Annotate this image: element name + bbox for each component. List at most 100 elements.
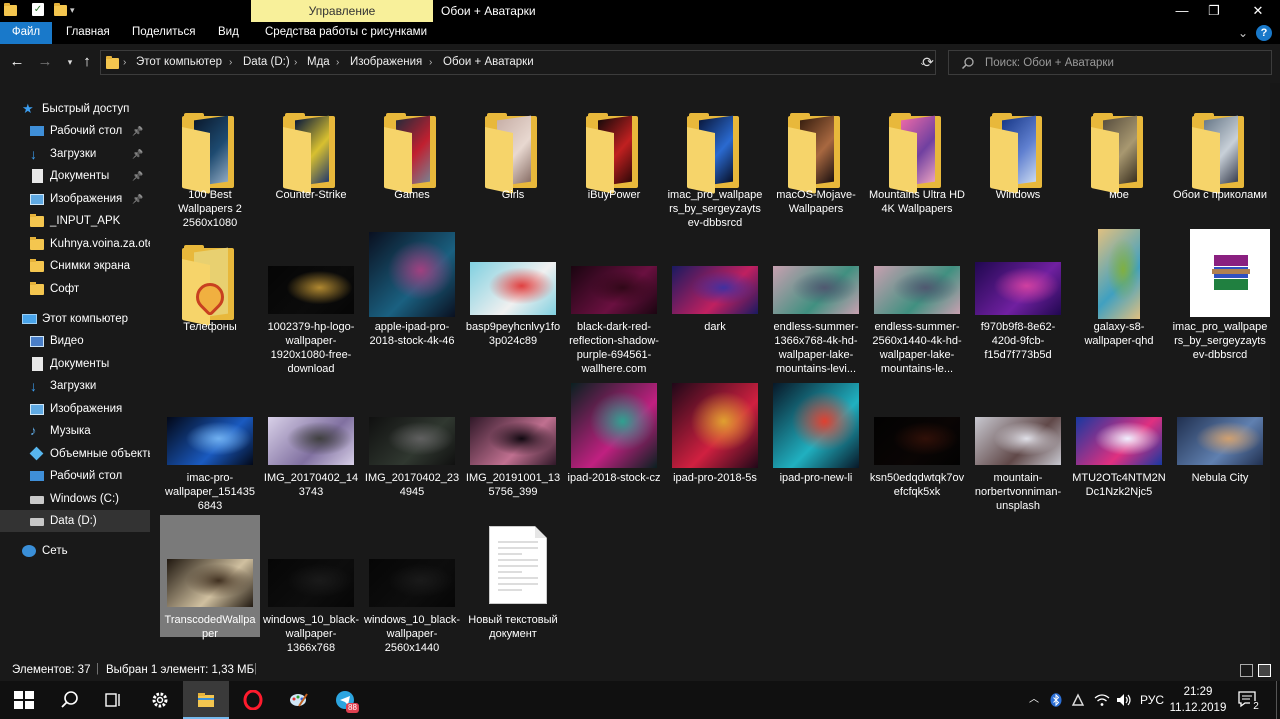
tab-view[interactable]: Вид	[208, 22, 249, 44]
file-item[interactable]: macOS-Mojave-Wallpapers	[768, 97, 868, 247]
file-item[interactable]: Counter-Strike	[263, 97, 363, 247]
file-item[interactable]: endless-summer-1366x768-4k-hd-wallpaper-…	[768, 229, 868, 379]
back-arrow-icon[interactable]: ←	[7, 52, 27, 72]
file-item[interactable]: imac_pro_wallpapers_by_sergeyzaytsev-dbb…	[667, 97, 767, 247]
sidebar-item[interactable]: Изображения 📌	[0, 188, 150, 210]
start-icon[interactable]	[0, 681, 46, 719]
sidebar-item[interactable]: Изображения	[0, 398, 150, 420]
sidebar-item[interactable]: Этот компьютер	[0, 308, 150, 330]
sidebar-item[interactable]: Рабочий стол 📌	[0, 120, 150, 142]
file-item[interactable]: Новый текстовый документ	[465, 522, 565, 672]
new-folder-icon[interactable]	[54, 3, 68, 17]
properties-icon[interactable]: ✓	[32, 3, 46, 17]
file-item[interactable]: galaxy-s8-wallpaper-qhd	[1071, 229, 1171, 379]
language-indicator[interactable]: РУС	[1140, 681, 1164, 719]
search-icon[interactable]	[46, 681, 92, 719]
file-item[interactable]: IMG_20191001_135756_399	[465, 380, 565, 530]
chevron-right-icon[interactable]: ›	[429, 51, 432, 74]
chevron-right-icon[interactable]: ›	[123, 51, 126, 74]
file-item[interactable]: ipad-pro-new-li	[768, 380, 868, 530]
maximize-button[interactable]: ❐	[1192, 0, 1236, 22]
file-item[interactable]: 100 Best Wallpapers 2 2560x1080	[162, 97, 262, 247]
file-item[interactable]: Mountains Ultra HD 4K Wallpapers	[869, 97, 969, 247]
sidebar-item[interactable]: Документы	[0, 353, 150, 375]
bluetooth-icon[interactable]	[1050, 693, 1062, 707]
show-desktop-button[interactable]	[1276, 681, 1280, 719]
search-input[interactable]	[985, 51, 1265, 74]
chevron-right-icon[interactable]: ›	[229, 51, 232, 74]
settings-icon[interactable]	[137, 681, 183, 719]
help-icon[interactable]: ?	[1256, 25, 1272, 41]
breadcrumb-this-pc[interactable]: Этот компьютер	[136, 51, 222, 74]
sidebar-item[interactable]: ↓ Загрузки 📌	[0, 143, 150, 165]
explorer-icon[interactable]	[183, 681, 229, 719]
file-item[interactable]: dark	[667, 229, 767, 379]
file-item[interactable]: MTU2OTc4NTM2NDc1Nzk2Njc5	[1071, 380, 1171, 530]
search-box[interactable]	[948, 50, 1272, 75]
vertical-scrollbar[interactable]	[1270, 83, 1280, 660]
sidebar-item[interactable]: Документы 📌	[0, 165, 150, 187]
file-item[interactable]: мое	[1071, 97, 1171, 247]
forward-arrow-icon[interactable]: →	[35, 52, 55, 72]
sidebar-item[interactable]: _INPUT_APK	[0, 210, 150, 232]
expand-ribbon-icon[interactable]: ⌄	[1232, 22, 1254, 44]
file-item[interactable]: ipad-2018-stock-cz	[566, 380, 666, 530]
file-item[interactable]: iBuyPower	[566, 97, 666, 247]
wifi-icon[interactable]	[1094, 693, 1110, 707]
file-item[interactable]: black-dark-red-reflection-shadow-purple-…	[566, 229, 666, 379]
file-item[interactable]: Windows	[970, 97, 1070, 247]
sidebar-item[interactable]: Софт	[0, 278, 150, 300]
file-item[interactable]: apple-ipad-pro-2018-stock-4k-46	[364, 229, 464, 379]
close-button[interactable]: ✕	[1236, 0, 1280, 22]
file-item[interactable]: IMG_20170402_234945	[364, 380, 464, 530]
tray-app-icon[interactable]	[1071, 693, 1085, 707]
file-item[interactable]: Games	[364, 97, 464, 247]
file-item[interactable]: Телефоны	[162, 229, 262, 379]
file-item[interactable]: f970b9f8-8e62-420d-9fcb-f15d7f773b5d	[970, 229, 1070, 379]
telegram-icon[interactable]: 88	[322, 681, 368, 719]
file-item[interactable]: imac_pro_wallpapers_by_sergeyzaytsev-dbb…	[1172, 229, 1272, 379]
breadcrumb-data-d[interactable]: Data (D:)	[243, 51, 290, 74]
sidebar-item[interactable]: Сеть	[0, 540, 150, 562]
file-item[interactable]: imac-pro-wallpaper_1514356843	[162, 380, 262, 530]
sidebar-item[interactable]: Рабочий стол	[0, 465, 150, 487]
tab-file[interactable]: Файл	[0, 22, 52, 44]
file-item[interactable]: ksn50edqdwtqk7ovefcfqk5xk	[869, 380, 969, 530]
show-hidden-icons-icon[interactable]: ︿	[1029, 681, 1039, 719]
sidebar-item[interactable]: Data (D:)	[0, 510, 150, 532]
breadcrumb-mda[interactable]: Мда	[307, 51, 330, 74]
up-arrow-icon[interactable]: ↑	[77, 52, 97, 72]
file-item[interactable]: Обои с приколами	[1172, 97, 1272, 247]
breadcrumb-current-folder[interactable]: Обои + Аватарки	[443, 51, 534, 74]
sidebar-item[interactable]: Windows (C:)	[0, 488, 150, 510]
chevron-right-icon[interactable]: ›	[336, 51, 339, 74]
task-view-icon[interactable]	[90, 681, 136, 719]
file-item[interactable]: basp9peyhcnlvy1fo3p024c89	[465, 229, 565, 379]
file-item[interactable]: TranscodedWallpaper	[160, 515, 262, 672]
sidebar-item[interactable]: ♪ Музыка	[0, 420, 150, 442]
paint-icon[interactable]	[276, 681, 322, 719]
file-item[interactable]: 1002379-hp-logo-wallpaper-1920x1080-free…	[263, 229, 363, 379]
sidebar-item[interactable]: Видео	[0, 330, 150, 352]
sidebar-item[interactable]: ↓ Загрузки	[0, 375, 150, 397]
file-item[interactable]: endless-summer-2560x1440-4k-hd-wallpaper…	[869, 229, 969, 379]
file-item[interactable]: Girls	[465, 97, 565, 247]
tab-share[interactable]: Поделиться	[122, 22, 206, 44]
large-icons-view-icon[interactable]	[1258, 664, 1271, 677]
file-item[interactable]: IMG_20170402_143743	[263, 380, 363, 530]
file-item[interactable]: windows_10_black-wallpaper-2560x1440	[364, 522, 464, 672]
tab-picture-tools[interactable]: Средства работы с рисунками	[255, 22, 437, 44]
sidebar-item[interactable]: ★ Быстрый доступ	[0, 98, 150, 120]
clock[interactable]: 21:29 11.12.2019	[1168, 684, 1228, 716]
sidebar-item[interactable]: Объемные объекты	[0, 443, 150, 465]
quick-access-dropdown-icon[interactable]: ▾	[70, 3, 84, 17]
sidebar-item[interactable]: Снимки экрана	[0, 255, 150, 277]
refresh-icon[interactable]: ⟳	[916, 50, 940, 75]
chevron-right-icon[interactable]: ›	[294, 51, 297, 74]
file-item[interactable]: mountain-norbertvonniman-unsplash	[970, 380, 1070, 530]
file-item[interactable]: Nebula City	[1172, 380, 1272, 530]
breadcrumb-images[interactable]: Изображения	[350, 51, 422, 74]
sidebar-item[interactable]: Kuhnya.voina.za.ote	[0, 233, 150, 255]
address-bar[interactable]: › Этот компьютер › Data (D:) › Мда › Изо…	[100, 50, 936, 75]
file-item[interactable]: windows_10_black-wallpaper-1366x768	[263, 522, 363, 672]
